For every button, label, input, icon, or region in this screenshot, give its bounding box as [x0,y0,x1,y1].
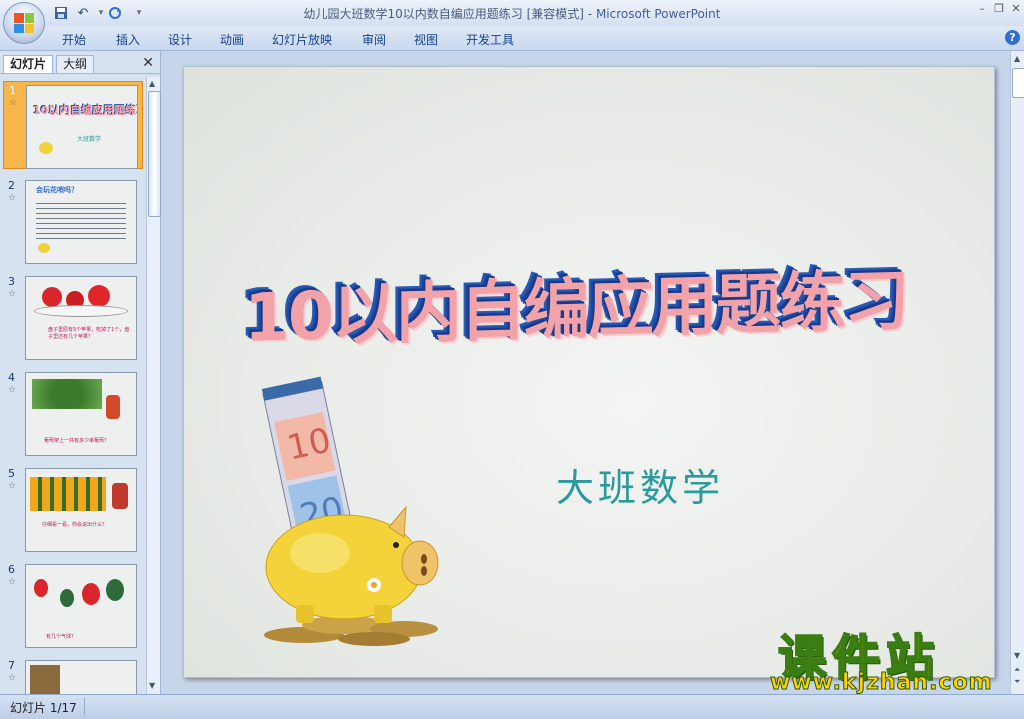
tab-home[interactable]: 开始 [62,31,86,48]
thumbnail-preview: 盘子里原有5个苹果，吃掉了1个，盘子里还有几个苹果？ [25,276,137,360]
tab-insert[interactable]: 插入 [116,31,140,48]
piggy-bank-icon [38,243,50,253]
slide-thumbnail-2[interactable]: 2 ☆ 会玩花哨吗？ [3,177,141,264]
thumbnail-caption: 葡萄架上一共有多少串葡萄？ [44,438,110,444]
slide-number: 5 [8,467,15,480]
thumbnail-caption: 盘子里原有5个苹果，吃掉了1个，盘子里还有几个苹果？ [48,327,130,340]
tab-developer[interactable]: 开发工具 [466,31,514,48]
slide-scrollbar[interactable]: ▲ ▼ ⏶ ⏷ [1010,51,1024,694]
tab-animations[interactable]: 动画 [220,31,244,48]
document-title: 幼儿园大班数学10以内数自编应用题练习 [兼容模式] - [303,7,596,21]
balloon-icon [106,579,124,601]
help-icon[interactable]: ? [1005,30,1020,45]
thumbnail-title: 10以内自编应用题练习 [33,104,138,117]
animation-star-icon: ☆ [8,289,17,299]
thumbnail-title: 会玩花哨吗？ [36,186,78,194]
thumbnail-preview: 会玩花哨吗？ [25,180,137,264]
thumbnail-scrollbar[interactable]: ▲ ▼ [146,77,161,694]
arrow-up-icon[interactable]: ▲ [149,79,155,88]
plate-icon [34,305,128,317]
apple-icon [42,287,62,307]
arrow-up-icon[interactable]: ▲ [1014,54,1020,63]
animation-star-icon: ☆ [8,481,17,491]
slide-number: 6 [8,563,15,576]
equation-list [36,199,126,239]
restore-icon[interactable]: ❐ [992,2,1006,16]
balloon-icon [34,579,48,597]
slide-number: 3 [8,275,15,288]
scroll-thumb[interactable] [148,91,161,217]
children-figure-icon [112,483,128,509]
tab-slides[interactable]: 幻灯片 [3,55,54,73]
tab-outline[interactable]: 大纲 [56,55,95,73]
close-pane-icon[interactable]: ✕ [142,55,154,71]
thumbnail-preview: 有几个气球？ [25,564,137,648]
slide-number: 2 [8,179,15,192]
slide-number: 4 [8,371,15,384]
slide-indicator: 幻灯片 1/17 [10,701,77,715]
slide-number: 7 [8,659,15,672]
piggy-bank-illustration: 10 20 [261,376,439,646]
thumbnail-preview: 10以内自编应用题练习 大班数学 [26,85,138,169]
animation-star-icon: ☆ [8,577,17,587]
window-title: 幼儿园大班数学10以内数自编应用题练习 [兼容模式] - Microsoft P… [0,5,1024,22]
balloon-icon [60,589,74,607]
slide-thumbnail-7[interactable]: 7 ☆ [3,657,141,694]
slide-thumbnail-5[interactable]: 5 ☆ 仔细看一看，你会说出什么？ [3,465,141,552]
minimize-icon[interactable]: – [975,2,989,16]
thumbnail-subtitle: 大班数学 [77,136,102,143]
thumbnail-preview [25,660,137,694]
slides-pane: 幻灯片 大纲 ✕ 1 ☆ 10以内自编应用题练习 大班数学 2 ☆ 会玩花哨吗？ [0,51,161,694]
slide-thumbnail-6[interactable]: 6 ☆ 有几个气球？ [3,561,141,648]
slide-subtitle[interactable]: 大班数学 [556,457,724,512]
grape-vine-image [32,379,102,409]
tab-design[interactable]: 设计 [168,31,192,48]
slide-thumbnail-1[interactable]: 1 ☆ 10以内自编应用题练习 大班数学 [3,81,143,169]
slide-number: 1 [9,84,16,97]
animation-star-icon: ☆ [8,385,17,395]
scroll-thumb[interactable] [1012,68,1024,98]
kjzhan-watermark: 课件站 www.kjzhan.com [770,618,1020,698]
sunflowers-image [30,477,106,511]
tree-image [30,665,60,694]
current-slide[interactable]: 10以内自编应用题练习 大班数学 10 20 [183,66,995,678]
slide-thumbnail-4[interactable]: 4 ☆ 葡萄架上一共有多少串葡萄？ [3,369,141,456]
ribbon-tabs: 开始 插入 设计 动画 幻灯片放映 审阅 视图 开发工具 ? [0,26,1024,51]
tab-review[interactable]: 审阅 [362,31,386,48]
animation-star-icon: ☆ [8,673,17,683]
animation-star-icon: ☆ [8,193,17,203]
animation-star-icon: ☆ [9,98,18,108]
title-bar: ↶ ▾ ▾ 幼儿园大班数学10以内数自编应用题练习 [兼容模式] - Micro… [0,0,1024,44]
office-logo-icon [14,13,34,33]
slide-editing-area: 10以内自编应用题练习 大班数学 10 20 [161,51,1010,694]
tab-view[interactable]: 视图 [414,31,438,48]
apple-icon [88,285,110,307]
watermark-url: www.kjzhan.com [770,670,993,696]
slide-thumbnail-3[interactable]: 3 ☆ 盘子里原有5个苹果，吃掉了1个，盘子里还有几个苹果？ [3,273,141,360]
balloon-icon [82,583,100,605]
thumbnail-caption: 仔细看一看，你会说出什么？ [42,522,108,528]
office-button[interactable] [3,2,45,44]
status-divider [84,698,85,715]
pane-tabs: 幻灯片 大纲 ✕ [0,53,160,74]
app-name: Microsoft PowerPoint [595,7,721,21]
child-figure-icon [106,395,120,419]
piggy-bank-icon [39,142,53,154]
thumbnail-caption: 有几个气球？ [46,634,77,640]
tab-slideshow[interactable]: 幻灯片放映 [272,31,332,48]
thumbnail-preview: 仔细看一看，你会说出什么？ [25,468,137,552]
arrow-down-icon[interactable]: ▼ [149,681,155,690]
close-icon[interactable]: ✕ [1009,2,1023,16]
slide-title[interactable]: 10以内自编应用题练习 [244,245,984,360]
thumbnail-preview: 葡萄架上一共有多少串葡萄？ [25,372,137,456]
thumbnail-list: 1 ☆ 10以内自编应用题练习 大班数学 2 ☆ 会玩花哨吗？ 3 ☆ 盘子里原… [0,77,144,694]
